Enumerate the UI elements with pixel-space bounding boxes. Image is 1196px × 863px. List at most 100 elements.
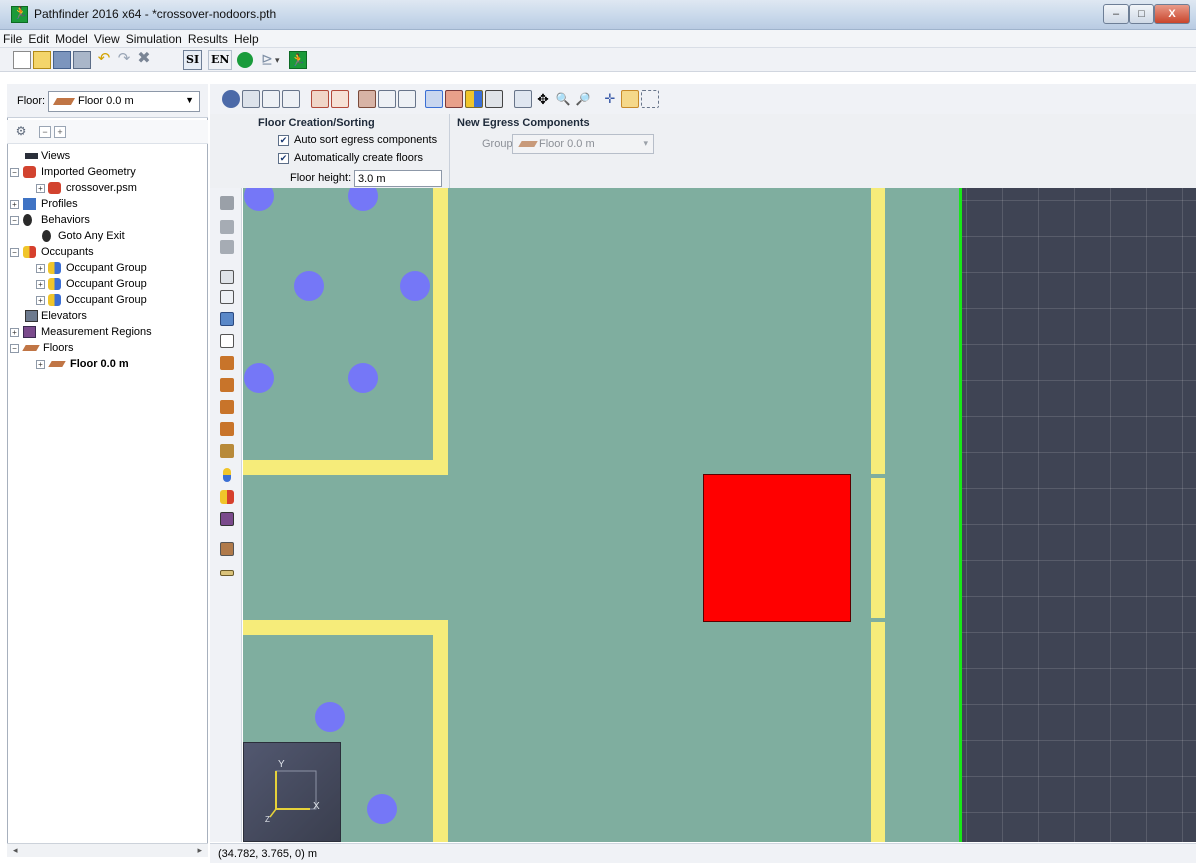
view-mode-2-icon[interactable] <box>262 90 280 108</box>
show-occupants-icon[interactable] <box>465 90 483 108</box>
occupant[interactable] <box>294 271 324 301</box>
door-tool-icon[interactable] <box>220 334 234 348</box>
zoom-extents-icon[interactable] <box>621 90 639 108</box>
import-icon[interactable] <box>73 51 91 69</box>
zoom-selected-icon[interactable] <box>641 90 659 108</box>
pan-tool-icon[interactable]: ✥ <box>534 90 552 108</box>
undo-icon[interactable]: ↶ <box>95 51 113 69</box>
floor-height-input[interactable] <box>354 170 442 187</box>
show-navmesh-icon[interactable] <box>425 90 443 108</box>
occupant[interactable] <box>348 188 378 211</box>
zoom-box-tool-icon[interactable]: 🔎 <box>574 90 592 108</box>
expand-icon[interactable]: + <box>36 184 45 193</box>
menu-edit[interactable]: Edit <box>25 30 49 46</box>
expand-icon[interactable]: + <box>36 296 45 305</box>
show-walls-icon[interactable] <box>331 90 349 108</box>
menu-view[interactable]: View <box>91 30 120 46</box>
menu-file[interactable]: File <box>0 30 22 46</box>
move-tool-icon[interactable] <box>220 196 234 210</box>
units-en-button[interactable]: EN <box>208 50 233 70</box>
add-occupant-icon[interactable] <box>223 468 231 482</box>
run-exit-icon[interactable]: 🏃 <box>289 51 307 69</box>
results-chart-icon[interactable]: ⊵ <box>258 51 276 69</box>
run-simulation-icon[interactable] <box>237 52 253 68</box>
collapse-icon[interactable]: − <box>10 248 19 257</box>
menu-model[interactable]: Model <box>52 30 88 46</box>
scroll-left-icon[interactable]: ◂ <box>13 845 18 856</box>
select-tool-icon[interactable] <box>514 90 532 108</box>
show-geometry-2-icon[interactable] <box>445 90 463 108</box>
menu-simulation[interactable]: Simulation <box>123 30 182 46</box>
menu-help[interactable]: Help <box>231 30 259 46</box>
show-rooms-icon[interactable] <box>358 90 376 108</box>
collapse-icon[interactable]: − <box>10 216 19 225</box>
auto-sort-checkbox[interactable]: ✔ <box>278 135 289 146</box>
thin-wall-icon[interactable] <box>220 312 234 326</box>
occupant[interactable] <box>348 363 378 393</box>
show-geometry-icon[interactable] <box>311 90 329 108</box>
wall-segment <box>433 620 448 842</box>
elevator-tool-icon[interactable] <box>220 542 234 556</box>
collapse-icon[interactable]: − <box>10 168 19 177</box>
occupant[interactable] <box>400 271 430 301</box>
menu-results[interactable]: Results <box>185 30 228 46</box>
view-orbit-icon[interactable] <box>222 90 240 108</box>
show-stairs-icon[interactable] <box>398 90 416 108</box>
panel-divider <box>449 114 450 188</box>
measure-tool-icon[interactable] <box>220 570 234 576</box>
show-doors-icon[interactable] <box>378 90 396 108</box>
tree-item-label: Floors <box>43 342 74 354</box>
polygon-room-icon[interactable] <box>220 270 234 284</box>
floor-dropdown[interactable]: Floor 0.0 m ▼ <box>48 91 200 112</box>
expand-icon[interactable]: + <box>36 264 45 273</box>
escalator-tool-icon[interactable] <box>220 444 234 458</box>
save-icon[interactable] <box>53 51 71 69</box>
expand-all-icon[interactable]: + <box>54 126 66 138</box>
floor-selector-row: Floor: Floor 0.0 m ▼ <box>7 84 208 118</box>
exit-boundary[interactable] <box>959 188 962 842</box>
view-mode-3-icon[interactable] <box>282 90 300 108</box>
rotate-tool-icon[interactable] <box>220 220 234 234</box>
occupant[interactable] <box>367 794 397 824</box>
expand-icon[interactable]: + <box>10 328 19 337</box>
close-button[interactable]: X <box>1154 4 1190 24</box>
scroll-right-icon[interactable]: ▸ <box>197 845 202 856</box>
occupant[interactable] <box>244 188 274 211</box>
zoom-tool-icon[interactable]: 🔍 <box>554 90 572 108</box>
stair-tool-1-icon[interactable] <box>220 356 234 370</box>
view-toolbar: ✥ 🔍 🔎 ✛ <box>210 84 1196 114</box>
collapse-icon[interactable]: − <box>10 344 19 353</box>
obstruction-block[interactable] <box>703 474 851 622</box>
new-egress-title: New Egress Components <box>457 117 590 129</box>
redo-icon[interactable]: ↷ <box>115 51 133 69</box>
add-occupant-group-icon[interactable] <box>220 490 234 504</box>
tree-filter-icon[interactable]: ⚙ <box>15 125 27 138</box>
delete-icon[interactable]: ✖ <box>135 51 153 69</box>
rect-room-icon[interactable] <box>220 290 234 304</box>
expand-icon[interactable]: + <box>36 280 45 289</box>
group-dropdown[interactable]: Floor 0.0 m ▾ <box>512 134 654 154</box>
minimize-button[interactable]: – <box>1103 4 1129 24</box>
collapse-all-icon[interactable]: − <box>39 126 51 138</box>
mirror-tool-icon[interactable] <box>220 240 234 254</box>
tree-item-label: Measurement Regions <box>41 326 152 338</box>
axis-z-label: Z <box>265 815 270 824</box>
view-mode-icon[interactable] <box>242 90 260 108</box>
open-folder-icon[interactable] <box>33 51 51 69</box>
units-si-button[interactable]: SI <box>183 50 203 70</box>
new-file-icon[interactable] <box>13 51 31 69</box>
show-paths-icon[interactable] <box>485 90 503 108</box>
measurement-region-tool-icon[interactable] <box>220 512 234 526</box>
tree-horizontal-scrollbar[interactable]: ◂ ▸ <box>7 843 208 857</box>
occupant[interactable] <box>315 702 345 732</box>
stair-tool-2-icon[interactable] <box>220 378 234 392</box>
expand-icon[interactable]: + <box>36 360 45 369</box>
auto-create-floors-checkbox[interactable]: ✔ <box>278 153 289 164</box>
expand-icon[interactable]: + <box>10 200 19 209</box>
ramp-tool-1-icon[interactable] <box>220 400 234 414</box>
model-canvas[interactable]: Y X Z <box>243 188 1196 842</box>
maximize-button[interactable]: □ <box>1129 4 1154 24</box>
ramp-tool-2-icon[interactable] <box>220 422 234 436</box>
center-view-icon[interactable]: ✛ <box>601 90 619 108</box>
occupant[interactable] <box>244 363 274 393</box>
